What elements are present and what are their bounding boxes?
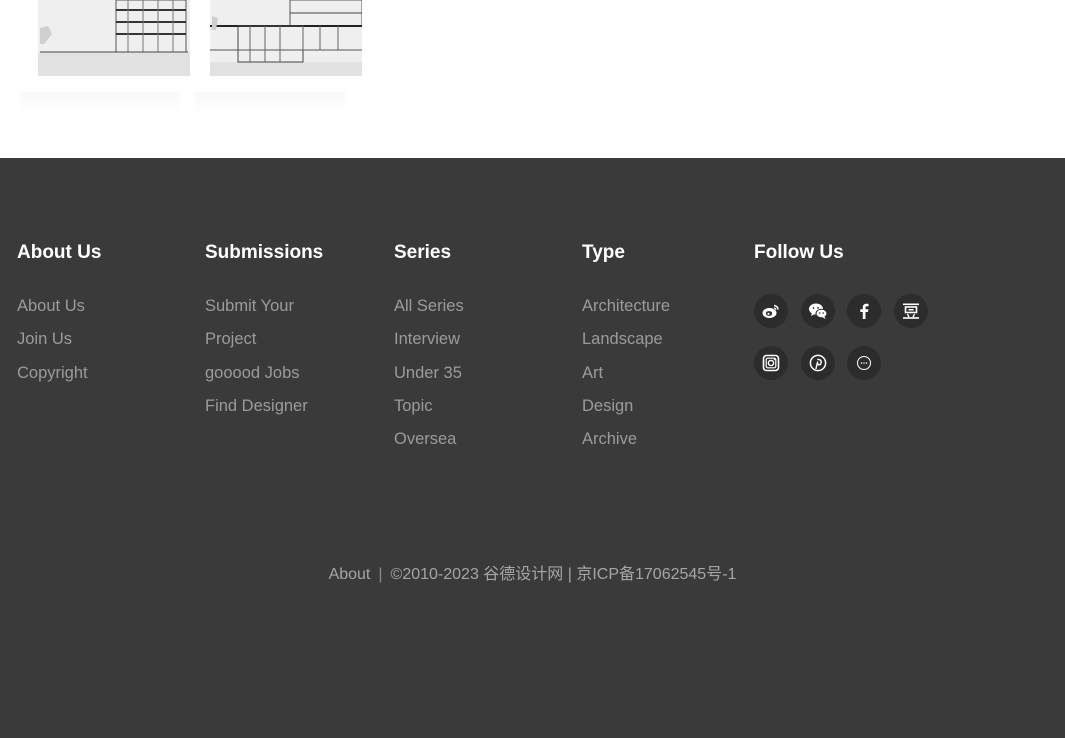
column-title: Type (582, 242, 625, 263)
footer-link-art[interactable]: Art (582, 364, 603, 382)
footer-link-landscape[interactable]: Landscape (582, 330, 663, 348)
content-area (0, 0, 1065, 158)
column-title: Series (394, 242, 452, 263)
footer-column-series: Series All Series Interview Under 35 Top… (394, 240, 464, 460)
footer-link-gooood-jobs[interactable]: gooood Jobs (205, 364, 300, 382)
column-title: About Us (17, 242, 102, 263)
site-footer: About Us About Us Join Us Copyright Subm… (0, 158, 1065, 738)
link-list: All Series Interview Under 35 Topic Over… (394, 294, 464, 460)
footer-link-project[interactable]: Project (205, 330, 256, 348)
footer-column-submissions: Submissions Submit Your Project gooood J… (205, 240, 323, 427)
drawing-thumbnail[interactable] (210, 0, 362, 76)
footer-link-copyright[interactable]: Copyright (17, 364, 88, 382)
footer-link-oversea[interactable]: Oversea (394, 430, 456, 448)
footer-link-all-series[interactable]: All Series (394, 297, 464, 315)
thumbnail-shadow (195, 92, 345, 116)
social-links (754, 294, 928, 380)
weibo-icon[interactable] (754, 294, 788, 328)
douban-icon[interactable] (893, 294, 928, 328)
footer-link-design[interactable]: Design (582, 397, 633, 415)
column-title: Submissions (205, 242, 324, 263)
pinterest-icon[interactable] (800, 346, 835, 380)
instagram-icon[interactable] (754, 346, 788, 380)
wechat-icon[interactable] (800, 294, 835, 328)
footer-link-archive[interactable]: Archive (582, 430, 637, 448)
bottom-about-link[interactable]: About (329, 566, 371, 583)
footer-column-type: Type Architecture Landscape Art Design A… (582, 240, 670, 460)
column-title: Follow Us (754, 242, 844, 263)
link-list: About Us Join Us Copyright (17, 294, 101, 394)
footer-column-about: About Us About Us Join Us Copyright (17, 240, 101, 394)
drawing-thumbnail[interactable] (38, 0, 190, 76)
footer-link-interview[interactable]: Interview (394, 330, 460, 348)
footer-link-find-designer[interactable]: Find Designer (205, 397, 308, 415)
footer-link-about-us[interactable]: About Us (17, 297, 85, 315)
footer-column-follow-us: Follow Us (754, 240, 928, 380)
facebook-icon[interactable] (847, 294, 881, 328)
copyright-bar: About | ©2010-2023 谷德设计网 | 京ICP备17062545号-… (0, 564, 1065, 586)
separator: | (378, 566, 383, 583)
footer-link-under-35[interactable]: Under 35 (394, 364, 462, 382)
footer-link-architecture[interactable]: Architecture (582, 297, 670, 315)
footer-link-topic[interactable]: Topic (394, 397, 433, 415)
footer-link-join-us[interactable]: Join Us (17, 330, 72, 348)
footer-link-submit-your[interactable]: Submit Your (205, 297, 294, 315)
app-icon[interactable] (847, 346, 881, 380)
link-list: Architecture Landscape Art Design Archiv… (582, 294, 670, 460)
thumbnail-shadow (20, 92, 180, 116)
copyright-text: ©2010-2023 谷德设计网 | 京ICP备17062545号-1 (390, 566, 737, 583)
link-list: Submit Your Project gooood Jobs Find Des… (205, 294, 323, 427)
